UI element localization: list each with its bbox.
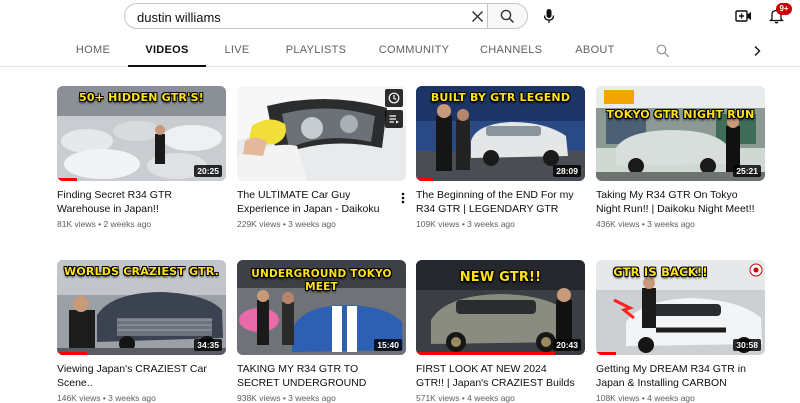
add-to-queue-button[interactable] [385,110,403,128]
create-button[interactable] [733,6,753,26]
video-metadata: 938K views • 3 weeks ago [237,393,336,403]
close-icon [471,10,483,22]
thumbnail-overlay-text: UNDERGROUND TOKYO MEET [251,268,392,293]
tab-videos[interactable]: VIDEOS [134,34,200,67]
video-title[interactable]: Taking My R34 GTR On Tokyo Night Run!! |… [596,188,756,216]
search-box[interactable] [124,3,488,29]
search-input[interactable] [137,8,457,26]
video-metadata: 109K views • 3 weeks ago [416,219,515,229]
video-thumbnail[interactable]: BUILT BY GTR LEGEND 28:09 [416,86,585,181]
video-metadata: 436K views • 3 weeks ago [596,219,695,229]
video-title[interactable]: FIRST LOOK AT NEW 2024 GTR!! | Japan's C… [416,362,576,390]
video-metadata: 571K views • 4 weeks ago [416,393,515,403]
video-title[interactable]: Viewing Japan's CRAZIEST Car Scene.. [57,362,217,390]
microphone-icon [543,9,555,23]
video-thumbnail[interactable]: GTR IS BACK!! 30:58 [596,260,765,355]
queue-icon [389,115,399,124]
tab-home[interactable]: HOME [72,34,114,67]
active-tab-indicator [128,65,206,67]
search-icon [656,44,670,58]
video-metadata: 229K views • 3 weeks ago [237,219,336,229]
video-thumbnail[interactable] [237,86,406,181]
tabs-scroll-right-button[interactable] [750,42,764,60]
video-card[interactable]: The ULTIMATE Car Guy Experience in Japan… [237,86,406,229]
video-thumbnail[interactable]: WORLDS CRAZIEST GTR. 34:35 [57,260,226,355]
video-title[interactable]: TAKING MY R34 GTR TO SECRET UNDERGROUND … [237,362,397,390]
thumbnail-hover-actions [385,89,403,131]
watch-progress-bar [596,352,617,355]
watch-progress-bar [57,352,88,355]
clear-search-button[interactable] [463,4,487,28]
video-more-actions-button[interactable] [398,190,408,206]
channel-search-button[interactable] [654,42,672,60]
video-thumbnail[interactable]: UNDERGROUND TOKYO MEET 15:40 [237,260,406,355]
clock-icon [388,92,400,104]
video-card[interactable]: BUILT BY GTR LEGEND 28:09 The Beginning … [416,86,585,229]
tab-about[interactable]: ABOUT [574,34,616,67]
video-card[interactable]: UNDERGROUND TOKYO MEET 15:40 TAKING MY R… [237,260,406,403]
video-card[interactable]: GTR IS BACK!! 30:58 Getting My DREAM R34… [596,260,765,403]
headlight-scene-image [237,86,406,181]
tab-community[interactable]: COMMUNITY [378,34,450,67]
video-metadata: 81K views • 2 weeks ago [57,219,152,229]
thumbnail-overlay-text: WORLDS CRAZIEST GTR. [64,265,219,278]
watch-progress-bar [57,178,78,181]
notification-count-badge: 9+ [776,3,792,15]
video-thumbnail[interactable]: NEW GTR!! 20:43 [416,260,585,355]
voice-search-button[interactable] [538,5,560,27]
search-icon [500,9,515,23]
video-duration: 34:35 [194,339,222,351]
thumbnail-overlay-text: 50+ HIDDEN GTR'S! [79,91,204,104]
tab-live[interactable]: LIVE [222,34,252,67]
video-card[interactable]: 50+ HIDDEN GTR'S! 20:25 Finding Secret R… [57,86,226,229]
thumbnail-overlay-text: GTR IS BACK!! [613,265,708,279]
search-button[interactable] [488,3,528,29]
watch-later-button[interactable] [385,89,403,107]
tab-channels[interactable]: CHANNELS [480,34,542,67]
video-duration: 25:21 [733,165,761,177]
video-title[interactable]: Getting My DREAM R34 GTR in Japan & Inst… [596,362,756,390]
video-title[interactable]: The Beginning of the END For my R34 GTR … [416,188,576,216]
video-metadata: 108K views • 4 weeks ago [596,393,695,403]
thumbnail-overlay-text: BUILT BY GTR LEGEND [430,91,571,104]
chevron-right-icon [754,46,761,56]
video-card[interactable]: TOKYO GTR NIGHT RUN 25:21 Taking My R34 … [596,86,765,229]
video-duration: 20:43 [553,339,581,351]
watch-progress-bar [416,178,433,181]
thumbnail-overlay-text: TOKYO GTR NIGHT RUN [606,108,755,121]
tab-playlists[interactable]: PLAYLISTS [284,34,348,67]
masthead: 9+ [0,0,800,34]
video-card[interactable]: NEW GTR!! 20:43 FIRST LOOK AT NEW 2024 G… [416,260,585,403]
video-title[interactable]: Finding Secret R34 GTR Warehouse in Japa… [57,188,217,216]
thumbnail-overlay-text: NEW GTR!! [459,270,542,285]
video-duration: 20:25 [194,165,222,177]
channel-tabs: HOME VIDEOS LIVE PLAYLISTS COMMUNITY CHA… [0,34,800,67]
video-card[interactable]: WORLDS CRAZIEST GTR. 34:35 Viewing Japan… [57,260,226,403]
video-add-icon [734,10,751,22]
more-vertical-icon [401,192,405,204]
video-thumbnail[interactable]: TOKYO GTR NIGHT RUN 25:21 [596,86,765,181]
video-duration: 15:40 [374,339,402,351]
video-thumbnail[interactable]: 50+ HIDDEN GTR'S! 20:25 [57,86,226,181]
watch-progress-bar [416,352,555,355]
video-title[interactable]: The ULTIMATE Car Guy Experience in Japan… [237,188,397,216]
video-duration: 28:09 [553,165,581,177]
video-duration: 30:58 [733,339,761,351]
video-metadata: 146K views • 3 weeks ago [57,393,156,403]
